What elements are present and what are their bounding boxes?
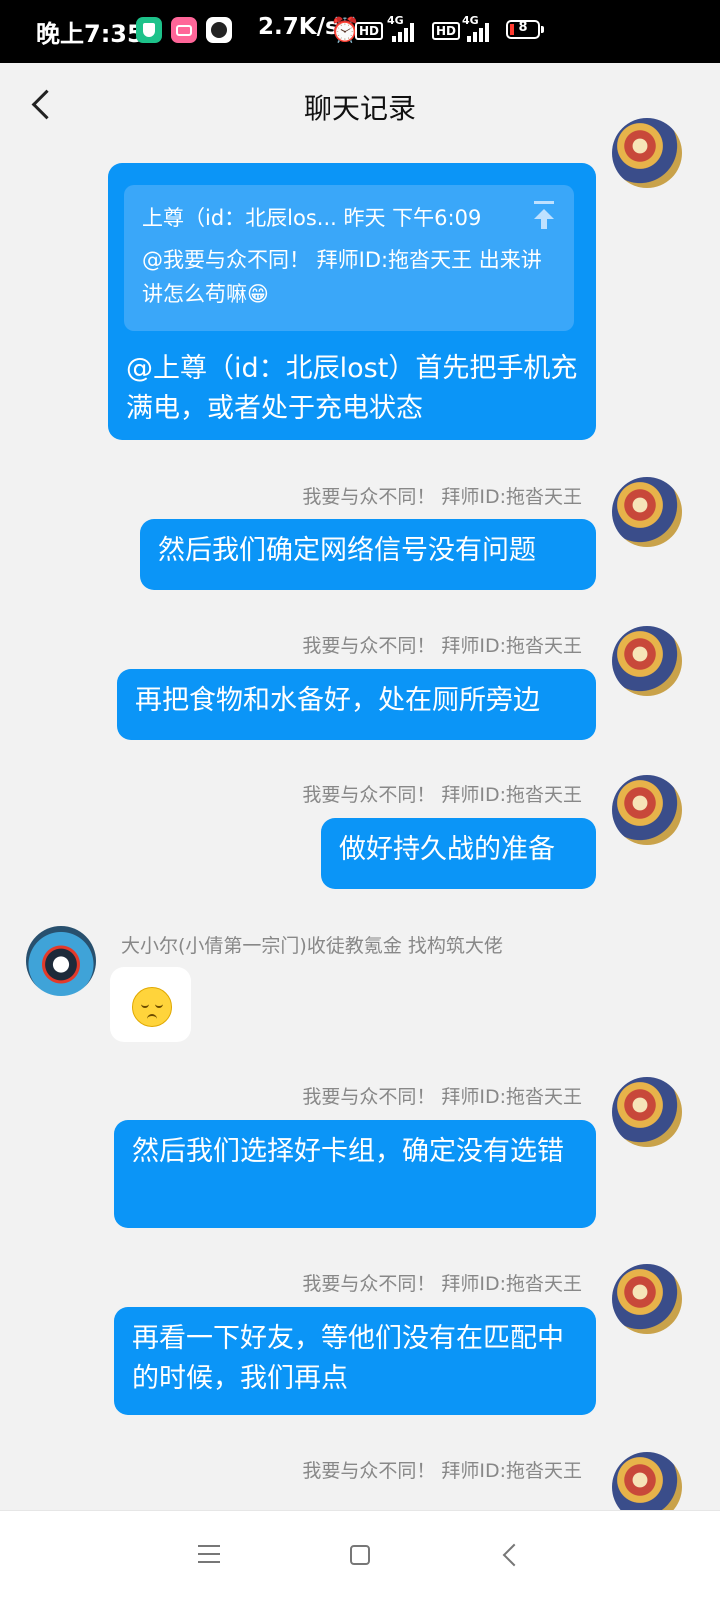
sender-name: 我要与众不同！ 拜师ID:拖沓天王: [302, 635, 582, 657]
header: 聊天记录: [0, 63, 720, 151]
message-text: 再把食物和水备好，处在厕所旁边: [135, 685, 540, 716]
circle-app-icon: [206, 17, 232, 43]
signal-icon: [392, 20, 418, 42]
message-text: 然后我们确定网络信号没有问题: [158, 535, 536, 566]
status-bar: 晚上7:35 2.7K/s ⏰ HD 4G HD 4G 8: [0, 0, 720, 63]
sender-name: 大小尔(小倩第一宗门)收徒教氪金 找构筑大佬: [121, 935, 503, 957]
avatar[interactable]: [26, 926, 96, 996]
message-bubble[interactable]: 然后我们选择好卡组，确定没有选错: [114, 1120, 596, 1228]
message-text: 做好持久战的准备: [339, 834, 555, 865]
sender-name: 我要与众不同！ 拜师ID:拖沓天王: [302, 1086, 582, 1108]
message-bubble[interactable]: 再看一下好友，等他们没有在匹配中的时候，我们再点: [114, 1307, 596, 1415]
shield-app-icon: [136, 17, 162, 43]
sender-name: 我要与众不同！ 拜师ID:拖沓天王: [302, 1460, 582, 1482]
message-text: @上尊（id：北辰lost）首先把手机充满电，或者处于充电状态: [126, 353, 578, 424]
message-bubble[interactable]: 再把食物和水备好，处在厕所旁边: [117, 669, 596, 740]
avatar[interactable]: [612, 626, 682, 696]
jump-to-message-icon[interactable]: [532, 201, 556, 229]
quote-header: 上尊（id：北辰los... 昨天 下午6:09: [142, 206, 482, 230]
avatar[interactable]: [612, 477, 682, 547]
quoted-message[interactable]: 上尊（id：北辰los... 昨天 下午6:09 @我要与众不同！ 拜师ID:拖…: [124, 185, 574, 331]
avatar[interactable]: [612, 118, 682, 188]
sender-name: 我要与众不同！ 拜师ID:拖沓天王: [302, 1273, 582, 1295]
hd-badge: HD: [432, 22, 461, 40]
message-bubble[interactable]: [110, 967, 191, 1042]
menu-icon[interactable]: [198, 1545, 220, 1565]
battery-icon: 8: [506, 20, 544, 39]
avatar[interactable]: [612, 775, 682, 845]
back-nav-icon[interactable]: [502, 1543, 526, 1567]
relieved-face-emoji-icon: [132, 987, 172, 1027]
avatar[interactable]: [612, 1077, 682, 1147]
page-title: 聊天记录: [303, 92, 416, 125]
message-bubble[interactable]: 然后我们确定网络信号没有问题: [140, 519, 596, 590]
home-icon[interactable]: [350, 1545, 370, 1565]
message-bubble[interactable]: 上尊（id：北辰los... 昨天 下午6:09 @我要与众不同！ 拜师ID:拖…: [108, 163, 596, 440]
message-text: 再看一下好友，等他们没有在匹配中的时候，我们再点: [132, 1323, 564, 1394]
system-nav-bar: [0, 1510, 720, 1601]
message-text: 然后我们选择好卡组，确定没有选错: [132, 1136, 564, 1167]
message-bubble[interactable]: 做好持久战的准备: [321, 818, 596, 889]
network-speed: 2.7K/s: [258, 14, 339, 40]
quote-text: @我要与众不同！ 拜师ID:拖沓天王 出来讲讲怎么苟嘛😁: [142, 248, 542, 306]
sender-name: 我要与众不同！ 拜师ID:拖沓天王: [302, 486, 582, 508]
signal-icon: [467, 20, 493, 42]
battery-level: 8: [518, 20, 528, 35]
bilibili-app-icon: [171, 17, 197, 43]
avatar[interactable]: [612, 1264, 682, 1334]
hd-badge: HD: [355, 22, 384, 40]
status-time: 晚上7:35: [36, 20, 144, 48]
sender-name: 我要与众不同！ 拜师ID:拖沓天王: [302, 784, 582, 806]
